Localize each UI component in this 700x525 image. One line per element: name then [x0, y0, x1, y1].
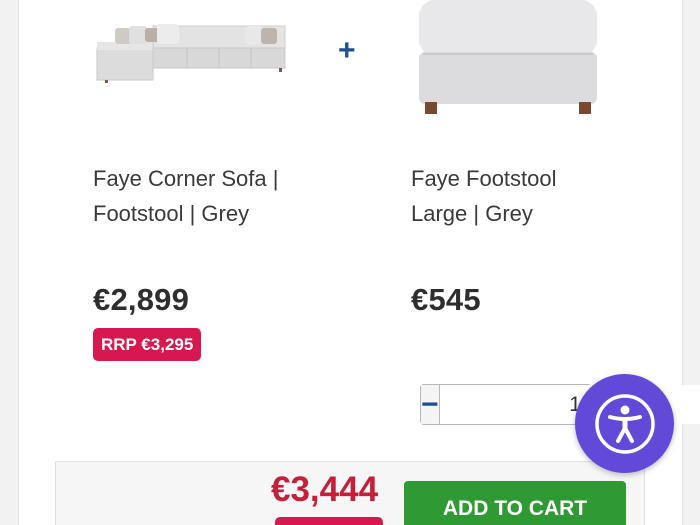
product-name-footstool[interactable]: Faye Footstool Large | Grey: [411, 161, 641, 231]
product-name-line: Footstool | Grey: [93, 201, 250, 226]
product-name-corner-sofa[interactable]: Faye Corner Sofa | Footstool | Grey: [93, 161, 323, 231]
bundle-total-price: €3,444: [271, 470, 379, 509]
bundle-plus-icon: +: [338, 34, 356, 67]
total-savings-badge: [275, 517, 383, 525]
price-footstool: €545: [411, 282, 481, 317]
accessibility-person-icon: [594, 393, 655, 454]
product-name-line: Large | Grey: [411, 201, 533, 226]
quantity-decrease-button[interactable]: −: [421, 385, 440, 424]
quantity-stepper: − +: [420, 384, 700, 425]
product-name-line: Faye Footstool: [411, 166, 557, 191]
accessibility-button[interactable]: [575, 374, 674, 473]
corner-sofa-image[interactable]: [95, 18, 287, 84]
price-corner-sofa: €2,899: [93, 282, 190, 317]
footstool-image[interactable]: [415, 0, 601, 118]
rrp-badge: RRP €3,295: [93, 328, 202, 361]
product-name-line: Faye Corner Sofa |: [93, 166, 279, 191]
add-to-cart-button[interactable]: ADD TO CART: [404, 481, 626, 525]
